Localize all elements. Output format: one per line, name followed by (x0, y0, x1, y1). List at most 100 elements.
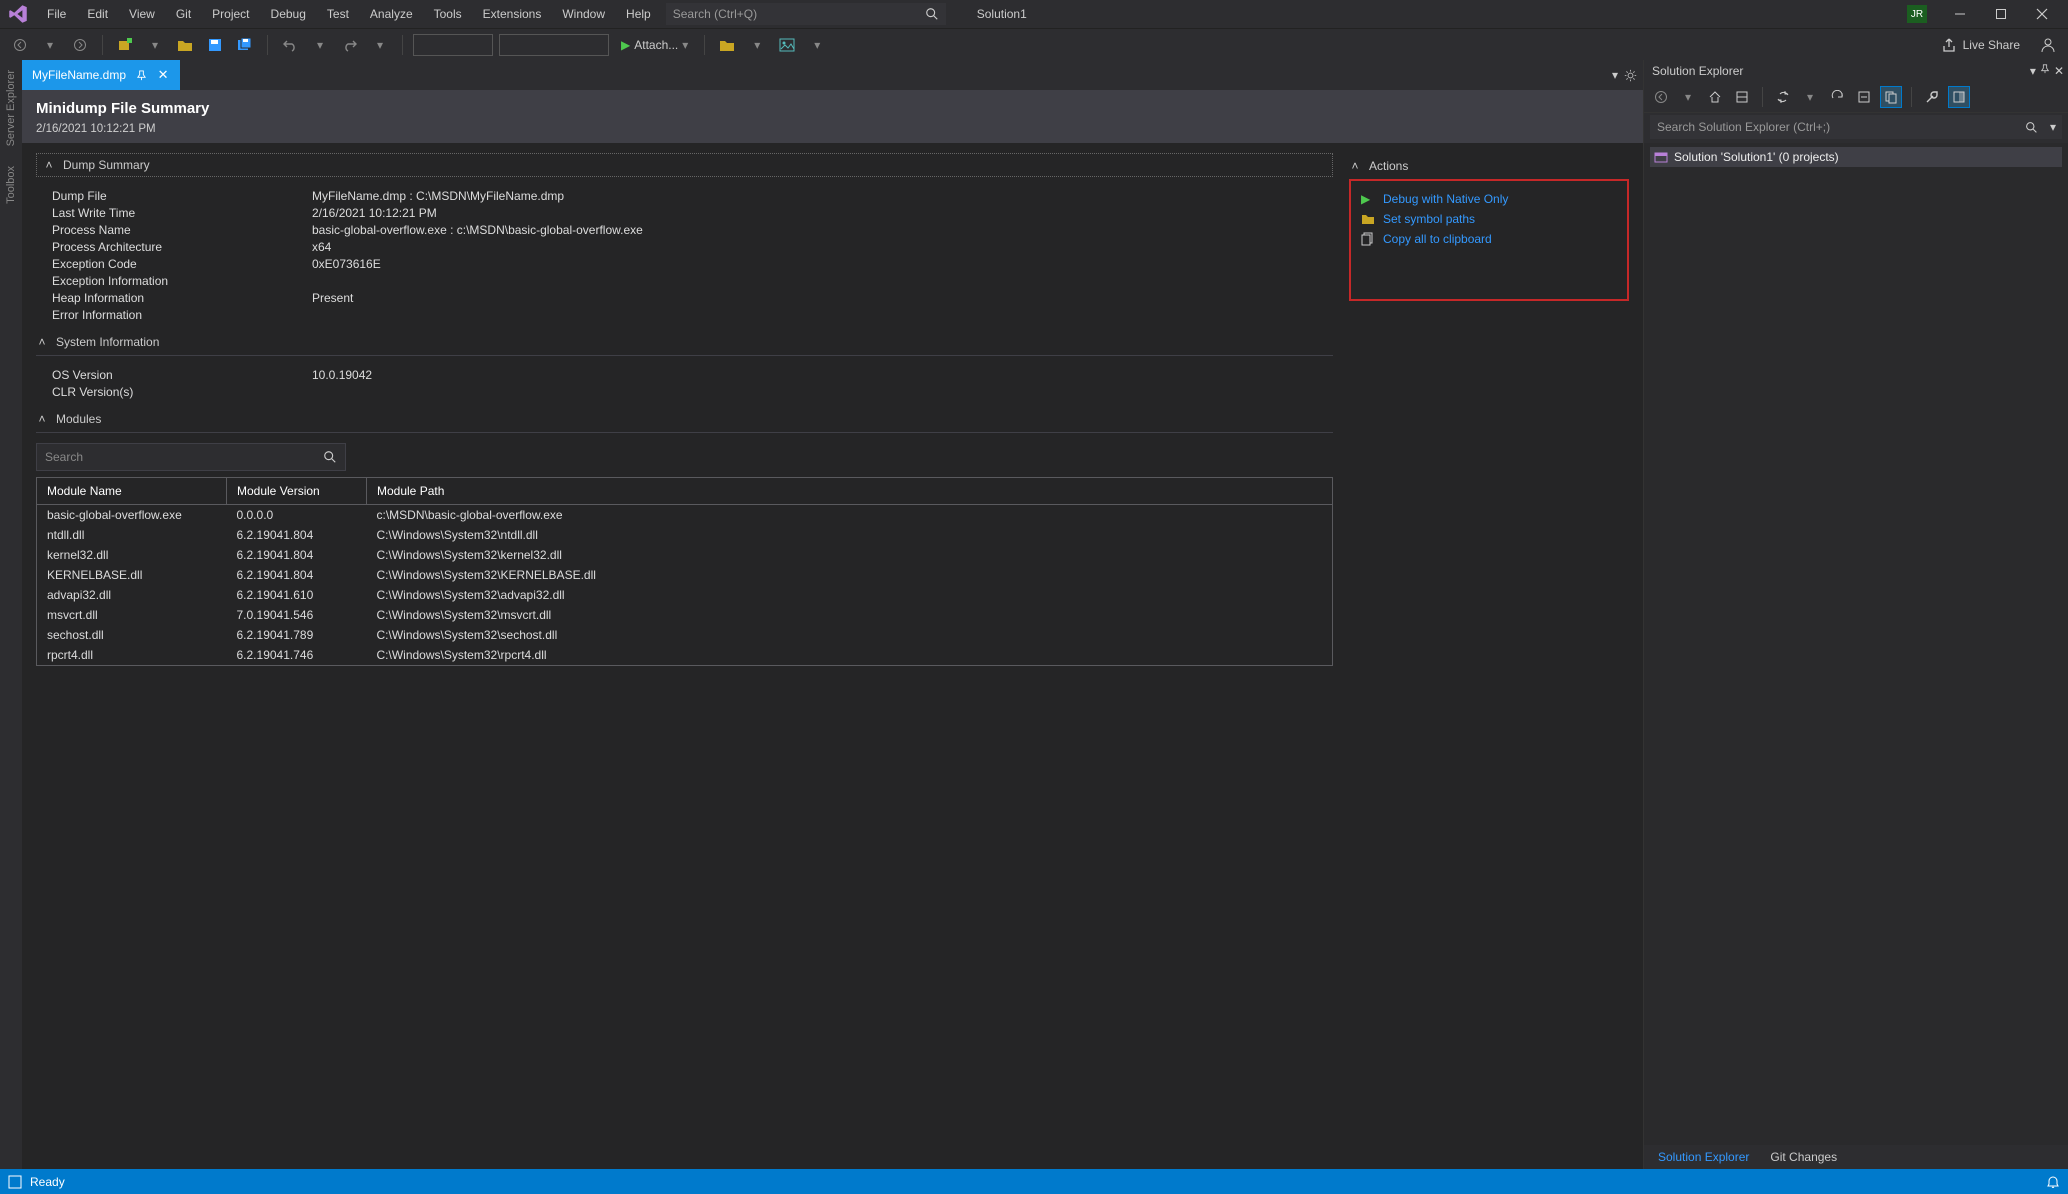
document-tab[interactable]: MyFileName.dmp ✕ (22, 60, 180, 90)
menu-file[interactable]: File (37, 3, 76, 25)
search-options-chevron[interactable]: ▾ (2050, 120, 2056, 134)
nav-forward-button[interactable] (68, 33, 92, 57)
tab-settings-icon[interactable] (1624, 69, 1637, 82)
kv-row: Last Write Time2/16/2021 10:12:21 PM (52, 204, 1325, 221)
forward-icon[interactable]: ▾ (1677, 86, 1699, 108)
menu-project[interactable]: Project (202, 3, 259, 25)
menu-extensions[interactable]: Extensions (473, 3, 552, 25)
switch-views-icon[interactable] (1731, 86, 1753, 108)
panel-search-input[interactable] (1650, 115, 2062, 139)
sync-icon[interactable] (1772, 86, 1794, 108)
panel-search[interactable]: ▾ (1644, 113, 2068, 143)
properties-icon[interactable] (1921, 86, 1943, 108)
preview-icon[interactable] (1948, 86, 1970, 108)
modules-search-input[interactable] (37, 450, 345, 464)
live-share-button[interactable]: Live Share (1931, 37, 2030, 53)
quick-launch-input[interactable] (667, 7, 945, 21)
table-row[interactable]: advapi32.dll6.2.19041.610C:\Windows\Syst… (37, 585, 1333, 605)
menu-debug[interactable]: Debug (261, 3, 316, 25)
tab-solution-explorer[interactable]: Solution Explorer (1648, 1146, 1759, 1168)
open-folder-chevron[interactable]: ▾ (745, 33, 769, 57)
toolbox-tab[interactable]: Toolbox (3, 156, 19, 214)
panel-title-bar: Solution Explorer ▾ ✕ (1644, 60, 2068, 82)
show-all-files-icon[interactable] (1880, 86, 1902, 108)
picture-button[interactable] (775, 33, 799, 57)
menu-edit[interactable]: Edit (77, 3, 118, 25)
menu-tools[interactable]: Tools (424, 3, 472, 25)
window-minimize-button[interactable] (1940, 1, 1980, 27)
collapse-all-icon[interactable] (1853, 86, 1875, 108)
modules-search[interactable] (36, 443, 346, 471)
undo-chevron[interactable]: ▾ (308, 33, 332, 57)
overflow-button[interactable]: ▾ (805, 33, 829, 57)
menu-test[interactable]: Test (317, 3, 359, 25)
modules-header[interactable]: ˄ Modules (36, 406, 1333, 433)
table-row[interactable]: KERNELBASE.dll6.2.19041.804C:\Windows\Sy… (37, 565, 1333, 585)
close-tab-icon[interactable]: ✕ (156, 68, 170, 82)
panel-close-icon[interactable]: ✕ (2054, 64, 2064, 78)
action-set-symbol-paths[interactable]: Set symbol paths (1361, 209, 1617, 229)
cell-module-path: c:\MSDN\basic-global-overflow.exe (367, 505, 1333, 526)
save-all-button[interactable] (233, 33, 257, 57)
new-project-chevron[interactable]: ▾ (143, 33, 167, 57)
dump-summary-label: Dump Summary (63, 158, 150, 172)
back-icon[interactable] (1650, 86, 1672, 108)
kv-row: CLR Version(s) (52, 383, 1325, 400)
window-close-button[interactable] (2022, 1, 2062, 27)
tab-git-changes[interactable]: Git Changes (1760, 1146, 1847, 1168)
table-row[interactable]: msvcrt.dll7.0.19041.546C:\Windows\System… (37, 605, 1333, 625)
notifications-icon[interactable] (2046, 1175, 2060, 1189)
redo-button[interactable] (338, 33, 362, 57)
cell-module-name: msvcrt.dll (37, 605, 227, 625)
kv-row: Process Namebasic-global-overflow.exe : … (52, 221, 1325, 238)
table-row[interactable]: sechost.dll6.2.19041.789C:\Windows\Syste… (37, 625, 1333, 645)
open-folder-button[interactable] (715, 33, 739, 57)
solution-node[interactable]: Solution 'Solution1' (0 projects) (1650, 147, 2062, 167)
server-explorer-tab[interactable]: Server Explorer (3, 60, 19, 156)
nav-back-button[interactable] (8, 33, 32, 57)
open-file-button[interactable] (173, 33, 197, 57)
platform-dropdown[interactable] (499, 34, 609, 56)
home-icon[interactable] (1704, 86, 1726, 108)
dump-summary-header[interactable]: ˄ Dump Summary (36, 153, 1333, 177)
pin-icon[interactable] (134, 68, 148, 82)
sync-chevron[interactable]: ▾ (1799, 86, 1821, 108)
config-dropdown[interactable] (413, 34, 493, 56)
table-row[interactable]: ntdll.dll6.2.19041.804C:\Windows\System3… (37, 525, 1333, 545)
user-badge[interactable]: JR (1907, 5, 1927, 23)
menu-analyze[interactable]: Analyze (360, 3, 423, 25)
new-project-button[interactable] (113, 33, 137, 57)
dump-summary-body: Dump FileMyFileName.dmp : C:\MSDN\MyFile… (36, 177, 1333, 329)
attach-button[interactable]: ▶ Attach... ▾ (615, 38, 694, 52)
kv-row: OS Version10.0.19042 (52, 366, 1325, 383)
account-button[interactable] (2036, 33, 2060, 57)
panel-pin-icon[interactable] (2040, 64, 2050, 78)
table-row[interactable]: basic-global-overflow.exe0.0.0.0c:\MSDN\… (37, 505, 1333, 526)
redo-chevron[interactable]: ▾ (368, 33, 392, 57)
table-row[interactable]: rpcrt4.dll6.2.19041.746C:\Windows\System… (37, 645, 1333, 666)
menu-git[interactable]: Git (166, 3, 201, 25)
menu-help[interactable]: Help (616, 3, 661, 25)
panel-title-label: Solution Explorer (1652, 64, 1743, 78)
nav-back-chevron[interactable]: ▾ (38, 33, 62, 57)
modules-table: Module Name Module Version Module Path b… (36, 477, 1333, 666)
quick-launch-search[interactable] (666, 3, 946, 25)
refresh-icon[interactable] (1826, 86, 1848, 108)
action-debug-native[interactable]: ▶ Debug with Native Only (1361, 189, 1617, 209)
save-button[interactable] (203, 33, 227, 57)
menu-view[interactable]: View (119, 3, 165, 25)
kv-row: Dump FileMyFileName.dmp : C:\MSDN\MyFile… (52, 187, 1325, 204)
window-maximize-button[interactable] (1981, 1, 2021, 27)
col-module-name[interactable]: Module Name (37, 478, 227, 505)
action-copy-all[interactable]: Copy all to clipboard (1361, 229, 1617, 249)
solution-icon (1654, 150, 1668, 164)
undo-button[interactable] (278, 33, 302, 57)
panel-dropdown-icon[interactable]: ▾ (2030, 64, 2036, 78)
col-module-path[interactable]: Module Path (367, 478, 1333, 505)
col-module-version[interactable]: Module Version (227, 478, 367, 505)
menu-window[interactable]: Window (552, 3, 615, 25)
tab-overflow-chevron[interactable]: ▾ (1612, 68, 1618, 82)
actions-header[interactable]: ˄ Actions (1349, 153, 1629, 179)
system-info-header[interactable]: ˄ System Information (36, 329, 1333, 356)
table-row[interactable]: kernel32.dll6.2.19041.804C:\Windows\Syst… (37, 545, 1333, 565)
